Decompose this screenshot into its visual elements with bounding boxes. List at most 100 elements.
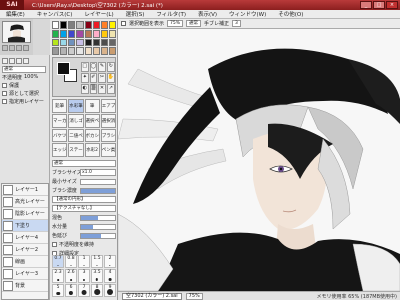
color-swatch[interactable]	[100, 38, 108, 47]
brush-texture-select[interactable]: 【テクスチャなし】	[52, 205, 116, 212]
menu-filter[interactable]: フィルタ(T)	[150, 10, 192, 18]
brush-tool-button[interactable]: 消しゴム	[68, 113, 84, 128]
color-swatch[interactable]	[84, 29, 92, 38]
min-size-slider[interactable]	[80, 178, 116, 185]
layer-item[interactable]: 背景	[2, 280, 48, 292]
brush-size-preset[interactable]: 2.6	[65, 269, 77, 283]
tool-icon[interactable]: ▒	[89, 84, 98, 94]
keep-slider[interactable]	[80, 232, 116, 239]
menu-view[interactable]: 表示(V)	[192, 10, 223, 18]
brush-tool-button[interactable]: 筆	[84, 99, 100, 113]
merge-button[interactable]	[16, 58, 22, 64]
color-swatch[interactable]	[92, 47, 100, 55]
density-slider[interactable]	[80, 187, 116, 194]
color-swatch[interactable]	[108, 38, 116, 47]
canvas-area[interactable]	[118, 29, 400, 291]
tool-icon[interactable]: ✐	[89, 73, 98, 83]
brush-mode-select[interactable]: 通常	[52, 160, 116, 167]
color-swatch[interactable]	[60, 47, 68, 55]
color-swatch[interactable]	[52, 38, 60, 47]
color-swatch[interactable]	[52, 47, 60, 55]
brush-size-preset[interactable]: 1	[78, 255, 90, 269]
menu-select[interactable]: 選択(S)	[120, 10, 151, 18]
keep-opacity-checkbox[interactable]	[52, 242, 57, 247]
tool-icon[interactable]: ◐	[81, 84, 89, 94]
brush-tool-button[interactable]: ステーッド	[68, 143, 84, 157]
color-swatch[interactable]	[60, 29, 68, 38]
layer-item[interactable]: レイヤー3	[2, 268, 48, 280]
rotate-left-button[interactable]	[16, 45, 22, 51]
color-swatch[interactable]	[60, 38, 68, 47]
color-swatch[interactable]	[108, 21, 116, 29]
color-swatch[interactable]	[100, 47, 108, 55]
blend-slider[interactable]	[80, 214, 116, 221]
color-swatch[interactable]	[52, 21, 60, 29]
zoom-out-button[interactable]	[2, 45, 8, 51]
menu-other[interactable]: その他(O)	[272, 10, 309, 18]
zoom-in-button[interactable]	[9, 45, 15, 51]
protect-checkbox[interactable]	[2, 82, 7, 88]
color-swatch[interactable]	[60, 21, 68, 29]
minimize-button[interactable]: _	[360, 1, 372, 9]
zoom-indicator[interactable]: 75%	[185, 292, 203, 300]
tool-icon[interactable]: ↗	[106, 84, 115, 94]
brush-size-preset[interactable]: 3.5	[91, 269, 103, 283]
brush-size-preset[interactable]: 9	[104, 283, 116, 297]
brush-size-preset[interactable]: 2	[104, 255, 116, 269]
brush-size-preset[interactable]: 0.8	[65, 255, 77, 269]
color-swatch[interactable]	[68, 38, 76, 47]
color-swatch[interactable]	[84, 38, 92, 47]
color-swatch[interactable]	[84, 21, 92, 29]
color-swatch[interactable]	[108, 29, 116, 38]
maximize-button[interactable]: □	[373, 1, 385, 9]
color-swatch[interactable]	[76, 47, 84, 55]
layer-item[interactable]: レイヤー2	[2, 244, 48, 256]
tool-icon[interactable]: ↻	[106, 62, 115, 72]
brush-tool-button[interactable]: 選択ペン	[84, 113, 100, 128]
color-swatch[interactable]	[52, 29, 60, 38]
tool-icon[interactable]: ✂	[98, 73, 106, 83]
brush-tool-button[interactable]: ブラシ	[100, 128, 116, 143]
close-button[interactable]: ×	[386, 1, 398, 9]
color-swatch[interactable]	[92, 21, 100, 29]
zoom-field[interactable]: 75%	[167, 20, 184, 27]
brush-tool-button[interactable]: 水彩筆	[68, 99, 84, 113]
brush-size-preset[interactable]: 2.3	[52, 269, 64, 283]
mode-select[interactable]: 通常	[186, 20, 202, 27]
color-swatch[interactable]	[100, 21, 108, 29]
tool-icon[interactable]: ◯	[89, 62, 98, 72]
color-swatch[interactable]	[76, 21, 84, 29]
brush-size-preset[interactable]: 0.7	[52, 255, 64, 269]
new-layer-button[interactable]	[2, 58, 8, 64]
color-swatch[interactable]	[84, 47, 92, 55]
source-checkbox[interactable]	[2, 90, 7, 96]
menu-edit[interactable]: 編集(E)	[0, 10, 31, 18]
layer-item[interactable]: 高光レイヤー	[2, 196, 48, 208]
show-selection-checkbox[interactable]	[121, 21, 126, 26]
menu-window[interactable]: ウィンドウ(W)	[223, 10, 272, 18]
brush-tool-button[interactable]: バケツ	[52, 128, 68, 143]
brush-tool-button[interactable]: マーカー	[52, 113, 68, 128]
delete-layer-button[interactable]	[23, 58, 29, 64]
brush-size-preset[interactable]: 7	[78, 283, 90, 297]
brush-size-value[interactable]: x1.0	[80, 169, 116, 176]
color-swatch[interactable]	[76, 29, 84, 38]
brush-tool-button[interactable]: 二値ペン	[68, 128, 84, 143]
rotate-right-button[interactable]	[23, 45, 29, 51]
color-swatch[interactable]	[92, 38, 100, 47]
menu-layer[interactable]: レイヤー(L)	[78, 10, 119, 18]
foreground-color-swatch[interactable]	[57, 62, 70, 75]
brush-size-preset[interactable]: 3	[78, 269, 90, 283]
color-swatch[interactable]	[100, 29, 108, 38]
layer-mode-select[interactable]: 通常	[2, 65, 46, 73]
brush-tool-button[interactable]: ボカシ	[84, 128, 100, 143]
brush-tool-button[interactable]: エアブラシ	[100, 99, 116, 113]
selected-colors[interactable]	[57, 62, 77, 82]
tool-icon[interactable]: ✎	[98, 62, 106, 72]
layer-item[interactable]: 陰影レイヤー	[2, 208, 48, 220]
color-swatch[interactable]	[68, 47, 76, 55]
brush-size-preset[interactable]: 6	[65, 283, 77, 297]
menu-canvas[interactable]: キャンバス(C)	[31, 10, 79, 18]
color-swatch[interactable]	[68, 21, 76, 29]
brush-tool-button[interactable]: ペン类	[100, 143, 116, 157]
